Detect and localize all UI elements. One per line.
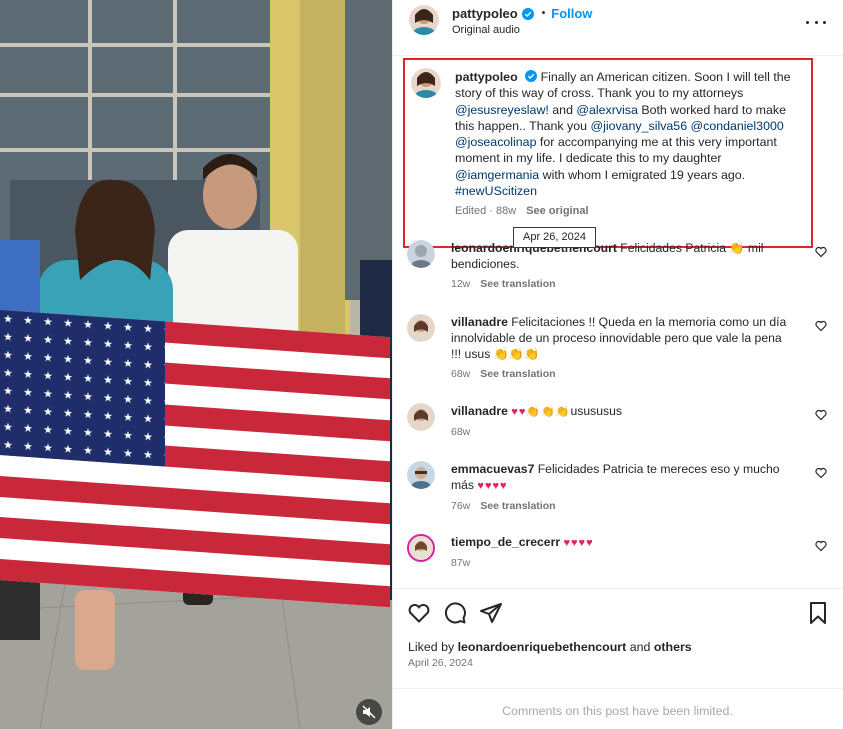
post-date[interactable]: April 26, 2024 xyxy=(408,657,473,669)
liked-by-user-link[interactable]: leonardoenriquebethencourt xyxy=(458,640,627,654)
comment-meta: 87w xyxy=(451,555,791,571)
action-bar: Liked by leonardoenriquebethencourt and … xyxy=(392,588,843,688)
more-options-icon[interactable] xyxy=(806,14,826,30)
comment-meta: 12w See translation xyxy=(451,276,791,292)
profile-photo-icon xyxy=(407,461,435,489)
mute-button[interactable] xyxy=(356,699,382,725)
comment-body: villanadre Felicitaciones !! Queda en la… xyxy=(451,314,791,382)
profile-photo-icon xyxy=(407,240,435,268)
hashtag-link[interactable]: #newUScitizen xyxy=(455,184,537,198)
comment-time[interactable]: 87w xyxy=(451,557,470,569)
author-username[interactable]: pattypoleo xyxy=(452,6,518,21)
caption-username[interactable]: pattypoleo xyxy=(455,70,518,84)
edited-timestamp[interactable]: Edited · 88w xyxy=(455,205,516,217)
comment-meta: 68w xyxy=(451,424,791,440)
share-paper-plane-icon[interactable] xyxy=(479,601,503,625)
see-original-link[interactable]: See original xyxy=(526,205,588,217)
comment-bubble-icon[interactable] xyxy=(443,601,467,625)
verified-badge-icon xyxy=(525,70,538,82)
mention-link[interactable]: @jiovany_silva56 xyxy=(590,119,687,133)
post-video[interactable]: ★ xyxy=(0,0,392,729)
like-heart-icon[interactable] xyxy=(815,320,827,332)
like-heart-icon[interactable] xyxy=(815,409,827,421)
profile-photo-icon xyxy=(411,68,441,98)
comment-time[interactable]: 76w xyxy=(451,500,470,512)
like-heart-icon[interactable] xyxy=(407,601,431,625)
comment-emoji: ♥♥👏👏👏 xyxy=(511,406,571,418)
comment-time[interactable]: 68w xyxy=(451,368,470,380)
save-bookmark-icon[interactable] xyxy=(806,601,830,625)
mention-link[interactable]: @alexrvisa xyxy=(576,103,637,117)
comment-username[interactable]: emmacuevas7 xyxy=(451,462,534,476)
caption-segment: and xyxy=(548,102,577,117)
separator-dot: • xyxy=(541,8,546,19)
commenter-avatar[interactable] xyxy=(407,314,435,342)
comment-time[interactable]: 12w xyxy=(451,278,470,290)
video-frame-illustration: ★ xyxy=(0,0,392,729)
comment-body: villanadre ♥♥👏👏👏usususus 68w xyxy=(451,403,791,440)
comment-body: leonardoenriquebethencourt Felicidades P… xyxy=(451,240,791,292)
comment-emoji: ♥♥♥♥ xyxy=(477,480,508,492)
author-avatar[interactable] xyxy=(409,5,439,35)
caption-segment: with whom I emigrated 19 years ago. xyxy=(539,167,746,182)
comment-username[interactable]: tiempo_de_crecerr xyxy=(451,535,560,549)
liked-others-link[interactable]: others xyxy=(654,640,692,654)
see-translation-link[interactable]: See translation xyxy=(480,500,555,512)
comment-emoji: ♥♥♥♥ xyxy=(563,537,594,549)
likes-mid: and xyxy=(626,640,654,654)
mention-link[interactable]: @condaniel3000 xyxy=(691,119,784,133)
commenter-avatar[interactable] xyxy=(407,403,435,431)
date-tooltip: Apr 26, 2024 xyxy=(513,227,596,248)
verified-badge-icon xyxy=(521,7,534,20)
commenter-avatar[interactable] xyxy=(407,461,435,489)
speaker-muted-icon xyxy=(362,705,376,719)
comment-username[interactable]: villanadre xyxy=(451,404,508,418)
follow-button[interactable]: Follow xyxy=(551,6,592,21)
commenter-avatar-story-ring[interactable] xyxy=(407,534,435,562)
like-heart-icon[interactable] xyxy=(815,467,827,479)
likes-prefix: Liked by xyxy=(408,640,458,654)
comment-emoji: 👏👏👏 xyxy=(493,347,540,361)
see-translation-link[interactable]: See translation xyxy=(480,368,555,380)
mention-link[interactable]: @iamgermania xyxy=(455,168,539,182)
profile-photo-icon xyxy=(407,403,435,431)
author-username-row: pattypoleo • Follow xyxy=(452,6,592,21)
profile-photo-icon xyxy=(409,536,433,560)
comment-meta: 68w See translation xyxy=(451,366,791,382)
audio-label[interactable]: Original audio xyxy=(452,24,520,36)
likes-summary: Liked by leonardoenriquebethencourt and … xyxy=(408,640,692,654)
see-translation-link[interactable]: See translation xyxy=(480,278,555,290)
comment-body: tiempo_de_crecerr ♥♥♥♥ 87w xyxy=(451,534,791,571)
caption-highlight-box: pattypoleo Finally an American citizen. … xyxy=(403,58,813,248)
commenter-avatar[interactable] xyxy=(407,240,435,268)
like-heart-icon[interactable] xyxy=(815,540,827,552)
like-heart-icon[interactable] xyxy=(815,246,827,258)
comment-username[interactable]: villanadre xyxy=(451,315,508,329)
caption-meta: Edited · 88w See original xyxy=(455,205,589,217)
profile-photo-icon xyxy=(409,5,439,35)
profile-photo-icon xyxy=(407,314,435,342)
post-header: pattypoleo • Follow Original audio xyxy=(393,0,843,56)
comment-text: usususus xyxy=(570,404,622,418)
comment-body: emmacuevas7 Felicidades Patricia te mere… xyxy=(451,461,791,514)
mention-link[interactable]: @jesusreyeslaw! xyxy=(455,103,549,117)
comment-meta: 76w See translation xyxy=(451,498,791,514)
comment-time[interactable]: 68w xyxy=(451,426,470,438)
mention-link[interactable]: @joseacolinap xyxy=(455,135,536,149)
caption-text: pattypoleo Finally an American citizen. … xyxy=(455,69,800,199)
caption-author-avatar[interactable] xyxy=(411,68,441,98)
